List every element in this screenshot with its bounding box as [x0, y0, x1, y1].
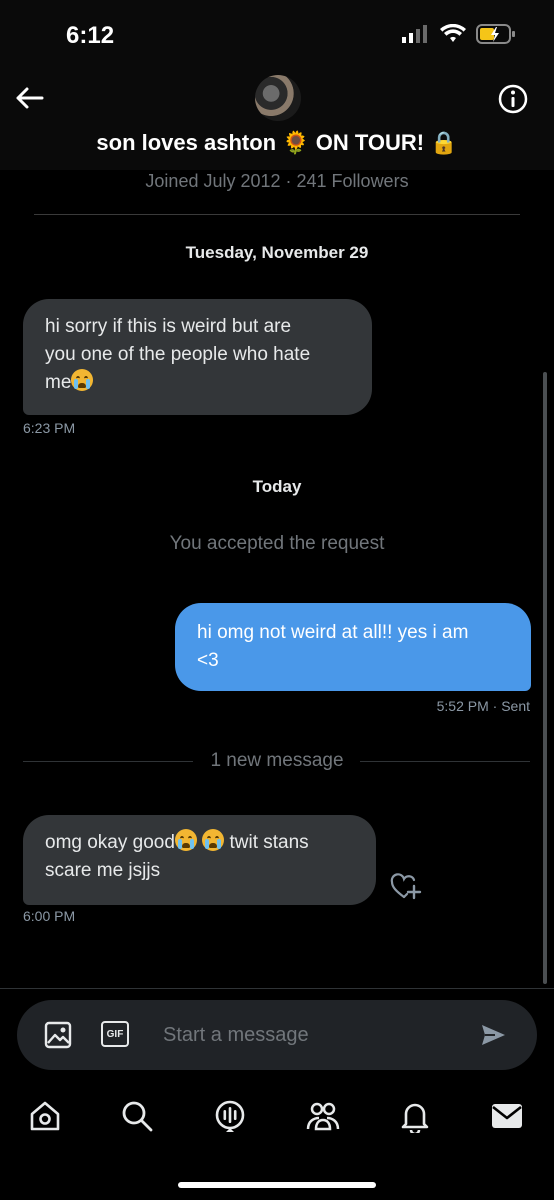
signal-icon: [402, 25, 430, 43]
status-time: 6:12: [66, 22, 115, 49]
search-icon[interactable]: [117, 1096, 157, 1136]
message-text: omg okay good: [45, 832, 175, 853]
message-line: scare me jsjjs: [45, 860, 161, 881]
scrollbar[interactable]: [543, 372, 547, 984]
received-message-bubble[interactable]: omg okay good twit stans scare me jsjjs: [23, 815, 376, 905]
message-line: omg okay good twit stans: [45, 829, 354, 857]
joined-info: Joined July 2012 · 241 Followers: [145, 171, 409, 191]
message-line: hi omg not weird at all!! yes i am: [197, 622, 469, 643]
message-input[interactable]: Start a message: [163, 1024, 309, 1047]
messages-icon[interactable]: [487, 1096, 527, 1136]
message-timestamp: 5:52 PM · Sent: [436, 698, 530, 714]
gif-button[interactable]: GIF: [101, 1021, 129, 1047]
communities-icon[interactable]: [303, 1096, 343, 1136]
message-line: hi sorry if this is weird but are: [45, 316, 292, 337]
add-reaction-icon[interactable]: [390, 873, 422, 901]
image-icon[interactable]: [44, 1021, 72, 1049]
message-timestamp: 6:23 PM: [23, 420, 76, 436]
gif-label: GIF: [106, 1028, 124, 1040]
message-text: me: [45, 372, 72, 393]
message-text: twit stans: [229, 832, 309, 853]
message-line: <3: [197, 650, 219, 671]
sent-message-bubble[interactable]: hi omg not weird at all!! yes i am <3: [175, 603, 531, 691]
received-message-bubble[interactable]: hi sorry if this is weird but are you on…: [23, 299, 372, 415]
info-button[interactable]: [497, 83, 529, 115]
home-icon[interactable]: [25, 1096, 65, 1136]
divider-line: [360, 761, 530, 762]
message-line: you one of the people who hate: [45, 344, 311, 365]
date-separator: Tuesday, November 29: [185, 243, 369, 262]
divider: [0, 988, 554, 989]
status-icons: [402, 24, 516, 44]
message-line: me: [45, 369, 350, 397]
loudly-crying-emoji-icon: [71, 369, 94, 391]
divider: [34, 214, 520, 215]
message-timestamp: 6:00 PM: [23, 908, 76, 924]
spaces-icon[interactable]: [210, 1096, 250, 1136]
wifi-icon: [440, 24, 466, 44]
back-button[interactable]: [14, 82, 46, 114]
notifications-icon[interactable]: [395, 1096, 435, 1136]
avatar[interactable]: [255, 75, 301, 121]
send-icon[interactable]: [479, 1021, 507, 1049]
request-accepted-notice: You accepted the request: [169, 533, 385, 554]
display-name[interactable]: son loves ashton 🌻 ON TOUR! 🔒: [0, 130, 554, 156]
battery-icon: [476, 24, 516, 44]
date-separator: Today: [252, 477, 302, 496]
loudly-crying-emoji-icon: [202, 829, 225, 851]
loudly-crying-emoji-icon: [174, 829, 197, 851]
home-indicator: [178, 1182, 376, 1188]
